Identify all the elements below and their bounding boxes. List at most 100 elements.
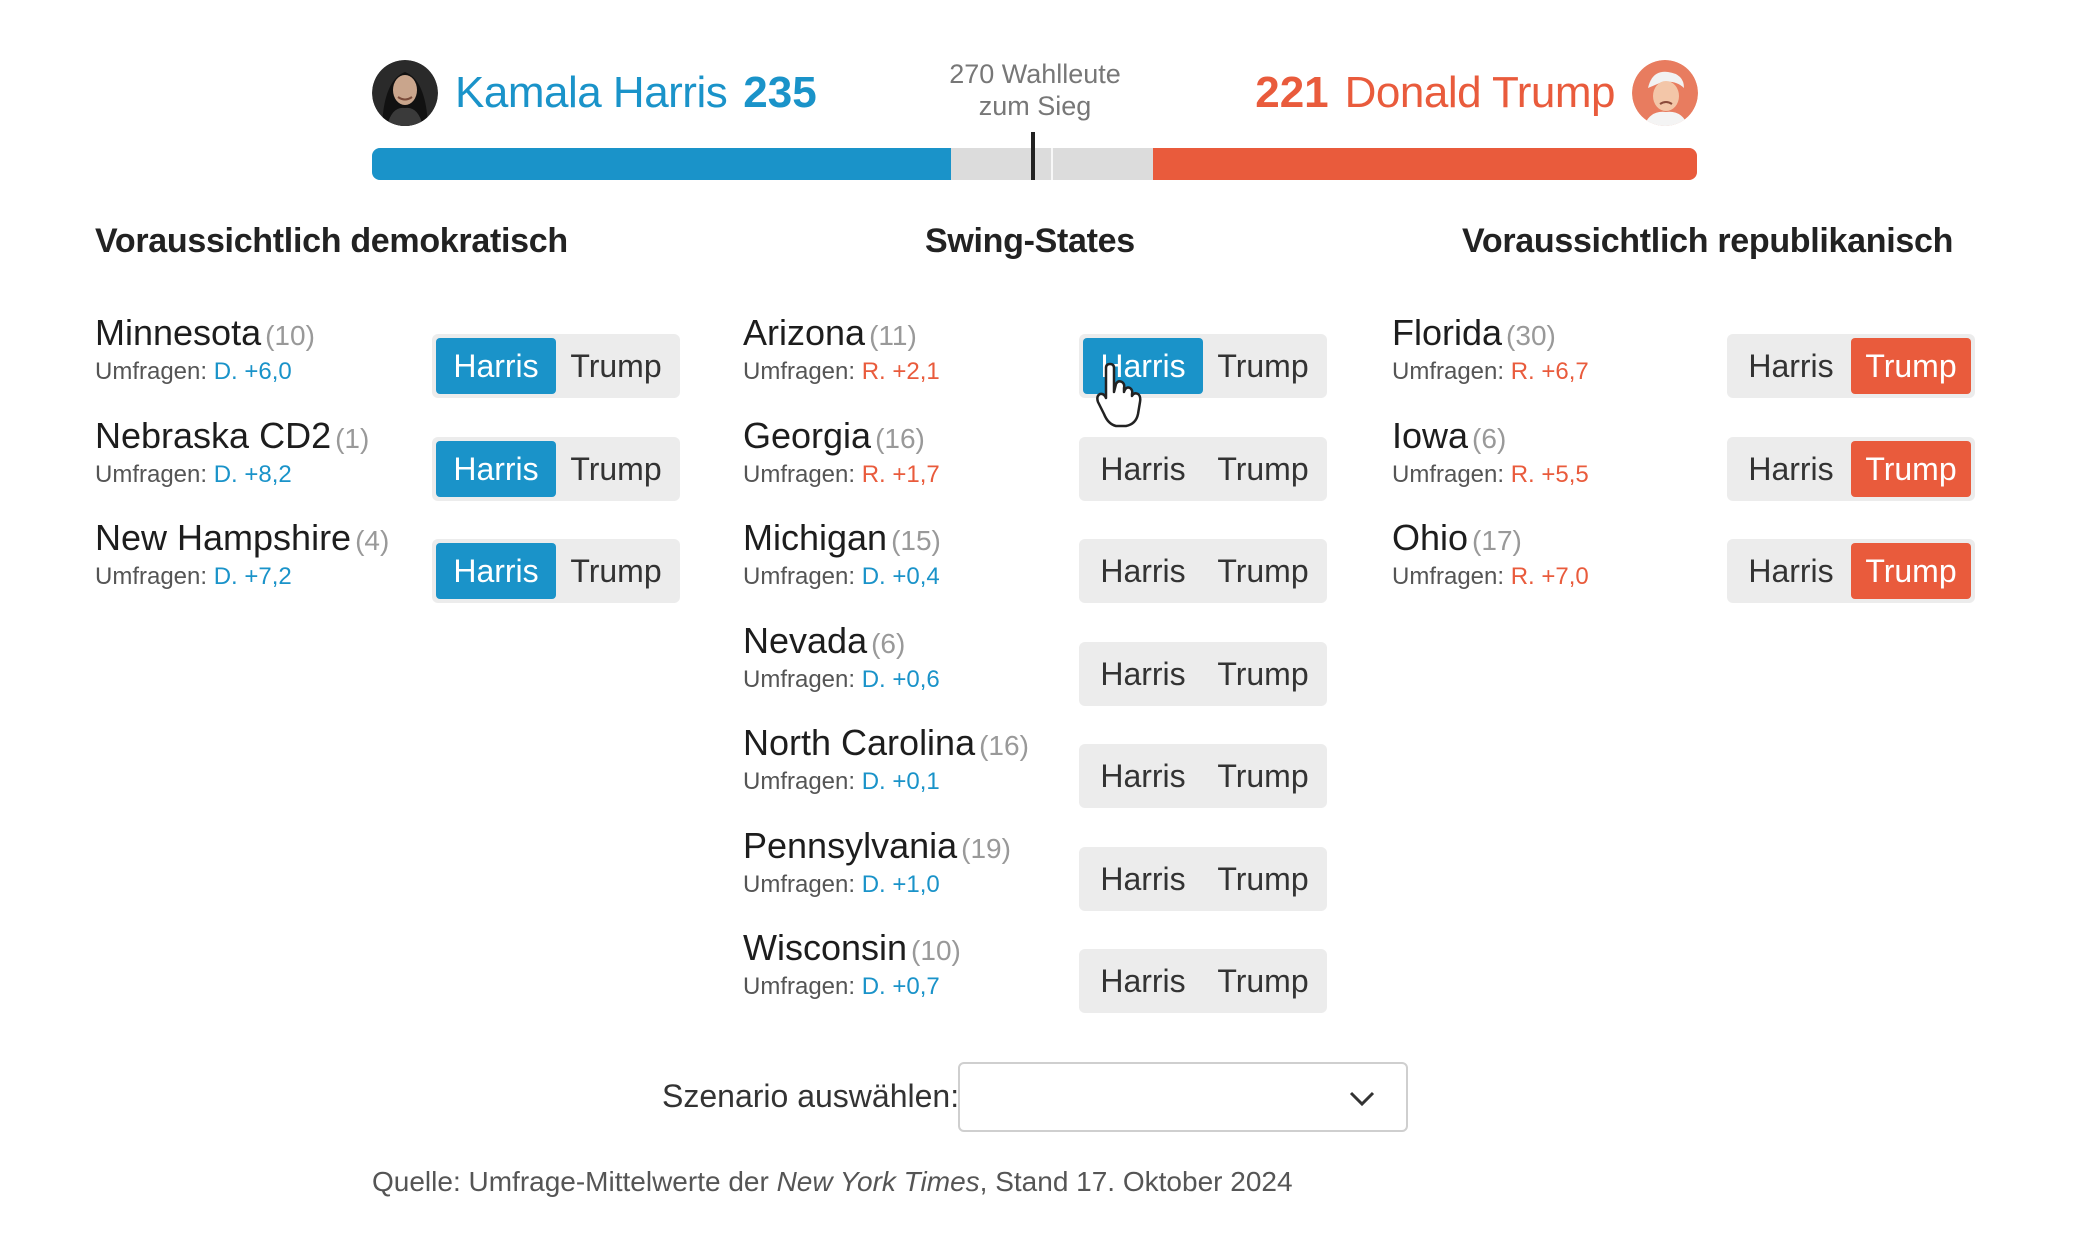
state-row: Ohio (17) Umfragen: R. +7,0 xyxy=(1392,517,1589,591)
poll-value: R. +1,7 xyxy=(861,461,940,488)
state-name: Arizona (11) xyxy=(743,312,940,354)
trump-option[interactable]: Trump xyxy=(1203,851,1323,907)
source-publication: New York Times xyxy=(776,1166,980,1197)
state-name: Nebraska CD2 (1) xyxy=(95,415,369,457)
state-electors: (10) xyxy=(265,320,315,351)
trump-option[interactable]: Trump xyxy=(1203,543,1323,599)
state-electors: (17) xyxy=(1472,525,1522,556)
harris-name: Kamala Harris xyxy=(455,68,728,117)
state-name: Wisconsin (10) xyxy=(743,927,961,969)
undecided-progress-fill xyxy=(951,148,1153,180)
state-name-text: Georgia xyxy=(743,415,872,456)
poll-value: R. +6,7 xyxy=(1510,358,1589,385)
democratic-column-title: Voraussichtlich demokratisch xyxy=(95,222,568,260)
candidate-toggle: Harris Trump xyxy=(432,539,680,603)
state-row: Michigan (15) Umfragen: D. +0,4 xyxy=(743,517,941,591)
harris-option[interactable]: Harris xyxy=(436,338,556,394)
state-row: Arizona (11) Umfragen: R. +2,1 xyxy=(743,312,940,386)
harris-option[interactable]: Harris xyxy=(1083,441,1203,497)
trump-option[interactable]: Trump xyxy=(1203,338,1323,394)
poll-prefix: Umfragen: xyxy=(743,871,856,898)
win-threshold-marker xyxy=(1031,132,1035,180)
trump-option[interactable]: Trump xyxy=(556,338,676,394)
trump-option[interactable]: Trump xyxy=(1203,953,1323,1009)
state-electors: (10) xyxy=(911,935,961,966)
harris-option[interactable]: Harris xyxy=(1083,646,1203,702)
candidate-toggle: Harris Trump xyxy=(1727,437,1975,501)
state-poll: Umfragen: D. +0,1 xyxy=(743,768,1029,796)
state-row: Georgia (16) Umfragen: R. +1,7 xyxy=(743,415,940,489)
state-name-text: Minnesota xyxy=(95,312,262,353)
state-poll: Umfragen: R. +2,1 xyxy=(743,358,940,386)
state-poll: Umfragen: R. +5,5 xyxy=(1392,461,1589,489)
harris-option[interactable]: Harris xyxy=(1083,748,1203,804)
state-name: Florida (30) xyxy=(1392,312,1589,354)
trump-progress-fill xyxy=(1153,148,1697,180)
state-row: Wisconsin (10) Umfragen: D. +0,7 xyxy=(743,927,961,1001)
state-row: Nebraska CD2 (1) Umfragen: D. +8,2 xyxy=(95,415,369,489)
scenario-label: Szenario auswählen: xyxy=(662,1078,960,1114)
scenario-select[interactable] xyxy=(958,1062,1408,1132)
state-row: Iowa (6) Umfragen: R. +5,5 xyxy=(1392,415,1589,489)
trump-option[interactable]: Trump xyxy=(1203,748,1323,804)
state-name-text: New Hampshire xyxy=(95,517,352,558)
harris-option[interactable]: Harris xyxy=(1731,338,1851,394)
candidate-toggle: Harris Trump xyxy=(1727,539,1975,603)
state-poll: Umfragen: D. +0,4 xyxy=(743,563,941,591)
candidate-toggle: Harris Trump xyxy=(432,334,680,398)
state-name-text: Ohio xyxy=(1392,517,1469,558)
harris-avatar xyxy=(372,60,438,126)
harris-option[interactable]: Harris xyxy=(1083,543,1203,599)
trump-option[interactable]: Trump xyxy=(556,543,676,599)
harris-option[interactable]: Harris xyxy=(436,543,556,599)
state-electors: (6) xyxy=(871,628,906,659)
poll-prefix: Umfragen: xyxy=(743,563,856,590)
state-poll: Umfragen: D. +0,6 xyxy=(743,666,940,694)
state-name: Georgia (16) xyxy=(743,415,940,457)
poll-value: D. +6,0 xyxy=(213,358,292,385)
poll-value: R. +7,0 xyxy=(1510,563,1589,590)
poll-prefix: Umfragen: xyxy=(743,973,856,1000)
poll-value: D. +0,1 xyxy=(861,768,940,795)
harris-header: Kamala Harris 235 xyxy=(372,58,817,128)
trump-option[interactable]: Trump xyxy=(1851,338,1971,394)
state-electors: (4) xyxy=(355,525,390,556)
state-poll: Umfragen: R. +6,7 xyxy=(1392,358,1589,386)
harris-option[interactable]: Harris xyxy=(1083,851,1203,907)
state-electors: (16) xyxy=(875,423,925,454)
swing-column-title: Swing-States xyxy=(925,222,1135,260)
hand-pointer-icon xyxy=(1096,362,1142,428)
poll-prefix: Umfragen: xyxy=(743,358,856,385)
state-name-text: Nevada xyxy=(743,620,868,661)
state-name-text: Pennsylvania xyxy=(743,825,958,866)
harris-option[interactable]: Harris xyxy=(1083,953,1203,1009)
state-poll: Umfragen: D. +0,7 xyxy=(743,973,961,1001)
state-poll: Umfragen: D. +8,2 xyxy=(95,461,369,489)
state-electors: (11) xyxy=(869,320,917,351)
state-name: Minnesota (10) xyxy=(95,312,315,354)
candidate-toggle: Harris Trump xyxy=(1079,847,1327,911)
trump-option[interactable]: Trump xyxy=(1851,441,1971,497)
trump-name: Donald Trump xyxy=(1344,68,1616,117)
harris-option[interactable]: Harris xyxy=(1731,441,1851,497)
poll-prefix: Umfragen: xyxy=(743,666,856,693)
republican-column-title: Voraussichtlich republikanisch xyxy=(1462,222,1954,260)
poll-value: D. +1,0 xyxy=(861,871,940,898)
harris-option[interactable]: Harris xyxy=(436,441,556,497)
state-name-text: Arizona xyxy=(743,312,866,353)
state-row: Nevada (6) Umfragen: D. +0,6 xyxy=(743,620,940,694)
trump-option[interactable]: Trump xyxy=(1203,646,1323,702)
state-name-text: Nebraska CD2 xyxy=(95,415,332,456)
state-name: Iowa (6) xyxy=(1392,415,1589,457)
state-electors: (19) xyxy=(961,833,1011,864)
candidate-toggle: Harris Trump xyxy=(432,437,680,501)
trump-option[interactable]: Trump xyxy=(1203,441,1323,497)
trump-option[interactable]: Trump xyxy=(1851,543,1971,599)
poll-value: D. +8,2 xyxy=(213,461,292,488)
harris-option[interactable]: Harris xyxy=(1731,543,1851,599)
state-electors: (15) xyxy=(891,525,941,556)
trump-option[interactable]: Trump xyxy=(556,441,676,497)
trump-avatar xyxy=(1632,60,1698,126)
candidate-toggle: Harris Trump xyxy=(1079,949,1327,1013)
source-suffix: , Stand 17. Oktober 2024 xyxy=(979,1166,1293,1197)
